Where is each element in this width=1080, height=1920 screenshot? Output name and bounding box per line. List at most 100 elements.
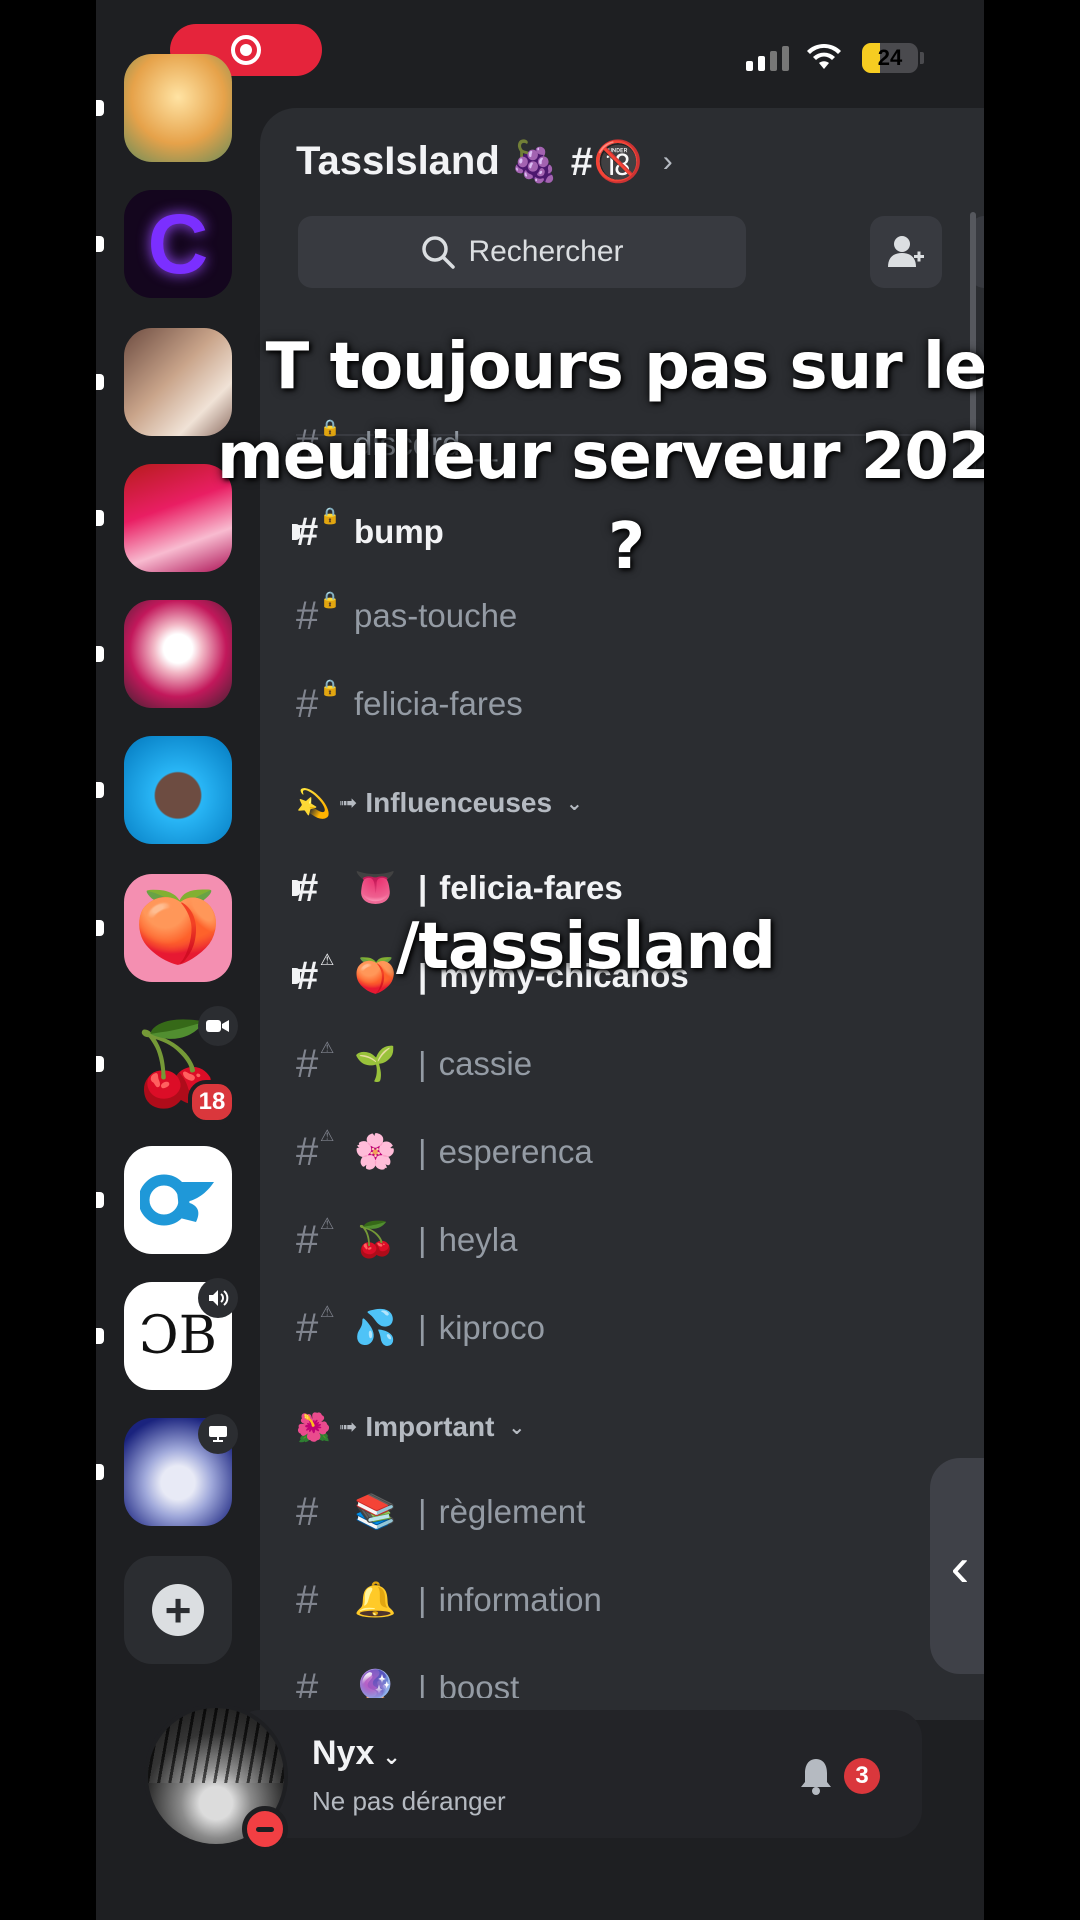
speaker-icon [198, 1278, 238, 1318]
arrow-icon: ➟ [338, 790, 358, 815]
member-list-handle[interactable]: ‹ [930, 1458, 984, 1674]
signal-icon [746, 46, 789, 71]
wifi-icon [807, 43, 841, 69]
server-anime-server[interactable] [96, 54, 232, 162]
server-cherry-server[interactable]: 🍒 18 [96, 1006, 238, 1124]
locked-channel-icon: # 🔒 [296, 591, 340, 638]
c-logo-icon: C [147, 196, 209, 291]
unread-indicator [96, 1328, 104, 1344]
unread-indicator [96, 510, 104, 526]
unread-indicator [96, 1056, 104, 1072]
channel-cassie[interactable]: # ⚠ 🌱 | cassie [296, 1034, 532, 1094]
server-of-server[interactable] [96, 1146, 232, 1254]
unread-indicator [96, 236, 104, 252]
channel-name: esperenca [438, 1133, 593, 1170]
channel-name: boost [438, 1669, 520, 1698]
separator: | [418, 1045, 427, 1082]
hash-icon: # [296, 865, 319, 910]
unread-indicator [96, 100, 104, 116]
separator: | [418, 1493, 427, 1530]
search-placeholder: Rechercher [468, 235, 624, 268]
screen-icon [198, 1414, 238, 1454]
user-panel[interactable]: Nyx ⌄ Ne pas déranger 3 [140, 1704, 960, 1852]
nsfw-channel-icon: # ⚠ [296, 1215, 335, 1262]
server-icon [124, 54, 232, 162]
server-title-emojis: 🍇 #🔞 [509, 140, 643, 184]
category-name: Influenceuses [365, 787, 553, 818]
nsfw-channel-icon: # ⚠ [296, 1127, 335, 1174]
channel-heyla[interactable]: # ⚠ 🍒 | heyla [296, 1210, 517, 1270]
invite-members-button[interactable] [870, 216, 942, 288]
unread-indicator [96, 646, 104, 662]
plus-icon: + [152, 1584, 204, 1636]
discord-app: 24 C 🍑 🍒 18 ƆB + TassIsland 🍇 #🔞 › Reche… [96, 0, 984, 1920]
username-label: Nyx [312, 1734, 375, 1772]
category-emoji: 🌺 [296, 1411, 331, 1443]
add-server-button[interactable]: + [124, 1556, 232, 1664]
channel-kiproco[interactable]: # ⚠ 💦 | kiproco [296, 1298, 545, 1358]
hash-icon: # [296, 1577, 319, 1622]
channel-name: règlement [438, 1493, 586, 1530]
separator: | [418, 1669, 427, 1698]
channel-name: heyla [438, 1221, 518, 1258]
channel-reglement[interactable]: # 📚 | règlement [296, 1482, 585, 1542]
add-member-icon [888, 236, 924, 267]
category-influenceuses[interactable]: 💫 ➟ Influenceuses ⌄ [296, 778, 583, 828]
server-icon: C [124, 190, 232, 298]
nsfw-channel-icon: # ⚠ [296, 1039, 335, 1086]
chevron-down-icon: ⌄ [566, 792, 583, 815]
locked-channel-icon: # 🔒 [296, 679, 340, 726]
mention-badge: 18 [188, 1080, 236, 1124]
server-pool-server[interactable] [96, 736, 232, 844]
server-rail: C 🍑 🍒 18 ƆB + [96, 0, 258, 1700]
of-logo-icon [140, 1174, 214, 1226]
separator: | [418, 1221, 427, 1258]
hash-icon: # [296, 1489, 319, 1534]
channel-information[interactable]: # 🔔 | information [296, 1570, 602, 1630]
search-input[interactable]: Rechercher [298, 216, 746, 288]
unread-indicator [96, 374, 104, 390]
channel-name: kiproco [438, 1309, 545, 1346]
server-dark-anime-server[interactable] [96, 1414, 238, 1526]
server-b-server[interactable]: ƆB [96, 1278, 238, 1390]
channel-emoji: 👅 [354, 869, 397, 907]
channel-name: cassie [438, 1045, 533, 1082]
channel-emoji: 🍒 [354, 1221, 397, 1259]
server-peach-server[interactable]: 🍑 [96, 874, 232, 982]
chevron-down-icon: ⌄ [382, 1744, 401, 1769]
username[interactable]: Nyx ⌄ [312, 1734, 401, 1773]
channel-name: information [438, 1581, 602, 1618]
notification-badge: 3 [844, 1758, 880, 1794]
server-c-server[interactable]: C [96, 190, 232, 298]
category-important[interactable]: 🌺 ➟ Important ⌄ [296, 1402, 525, 1452]
overlay-line-1: T toujours pas sur le [265, 330, 984, 404]
chevron-right-icon: › [662, 144, 673, 178]
channel-pas-touche[interactable]: # 🔒 pas-touche [296, 586, 517, 646]
server-icon [124, 600, 232, 708]
battery-level: 24 [877, 45, 903, 70]
server-header[interactable]: TassIsland 🍇 #🔞 › [296, 138, 673, 185]
hash-icon: # [296, 1665, 319, 1699]
nsfw-channel-icon: # ⚠ [296, 951, 335, 998]
channel-emoji: 🌸 [354, 1133, 397, 1171]
channel-felicia-fares-locked[interactable]: # 🔒 felicia-fares [296, 674, 523, 734]
server-icon [124, 736, 232, 844]
category-name: Important [365, 1411, 495, 1442]
channel-emoji: 🔔 [354, 1581, 397, 1619]
chevron-left-icon: ‹ [950, 1534, 970, 1598]
unread-indicator [96, 1192, 104, 1208]
channel-esperenca[interactable]: # ⚠ 🌸 | esperenca [296, 1122, 593, 1182]
unread-indicator [96, 1464, 104, 1480]
search-icon [422, 236, 456, 269]
channel-emoji: 📚 [354, 1493, 397, 1531]
overlay-line-2: meuilleur serveur 2026 ? [217, 420, 984, 584]
channel-felicia-fares[interactable]: # 👅 | felicia-fares [292, 858, 623, 918]
separator: | [418, 1309, 427, 1346]
battery-icon: 24 [862, 43, 918, 73]
server-name: TassIsland [296, 139, 500, 183]
channel-boost[interactable]: # 🔮 | boost [296, 1658, 520, 1699]
channel-name: pas-touche [354, 597, 518, 634]
battery-tip [920, 52, 924, 64]
bell-icon[interactable] [798, 1756, 834, 1796]
server-anime-girl-server[interactable] [96, 600, 232, 708]
